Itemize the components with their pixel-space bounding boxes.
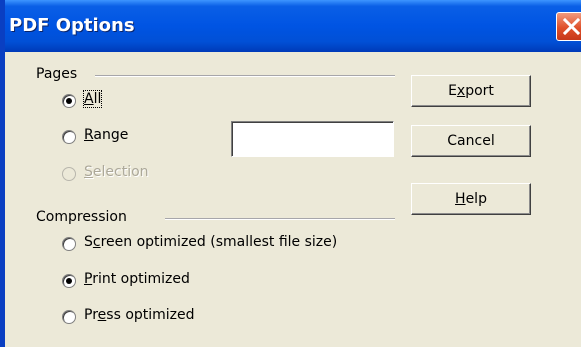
radio-unchecked-icon xyxy=(62,130,76,144)
pages-selection-label: Selection xyxy=(84,164,149,180)
close-button[interactable] xyxy=(556,12,581,41)
pages-range-label: Range xyxy=(84,127,129,143)
compression-press-label: Press optimized xyxy=(84,307,195,323)
pages-group-divider xyxy=(95,75,395,77)
compression-group-divider xyxy=(165,218,395,220)
pages-group-label: Pages xyxy=(36,66,78,82)
radio-checked-icon xyxy=(62,94,76,108)
cancel-button[interactable]: Cancel xyxy=(411,125,531,157)
compression-print-label: Print optimized xyxy=(84,271,190,287)
radio-unchecked-icon xyxy=(62,310,76,324)
compression-screen-label: Screen optimized (smallest file size) xyxy=(84,234,338,250)
close-icon xyxy=(563,18,580,35)
help-button[interactable]: Help xyxy=(411,183,531,215)
radio-unchecked-icon xyxy=(62,237,76,251)
radio-checked-icon xyxy=(62,274,76,288)
compression-group-label: Compression xyxy=(36,209,127,225)
page-range-input[interactable] xyxy=(231,121,394,157)
radio-unchecked-icon xyxy=(62,167,76,181)
title-bar[interactable]: PDF Options xyxy=(5,0,581,52)
pages-all-label: All xyxy=(82,90,103,108)
export-button[interactable]: Export xyxy=(411,75,531,107)
window-title: PDF Options xyxy=(9,15,135,36)
pdf-options-dialog: PDF Options Pages All Range Selection Co… xyxy=(0,0,581,347)
